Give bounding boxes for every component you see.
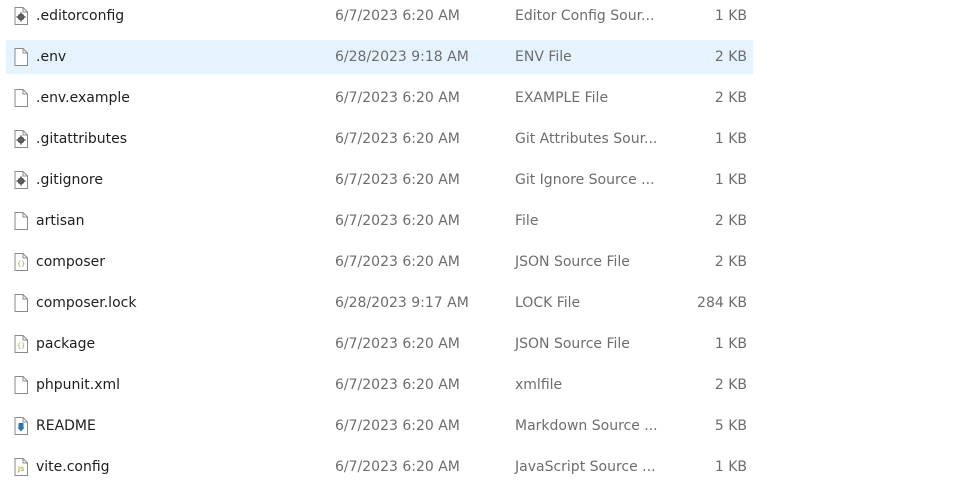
file-row[interactable]: .env.example 6/7/2023 6:20 AM EXAMPLE File… xyxy=(6,81,753,115)
file-size: 2 KB xyxy=(714,377,747,393)
file-date-modified: 6/7/2023 6:20 AM xyxy=(335,172,460,188)
file-row[interactable]: composer.lock 6/28/2023 9:17 AM LOCK File 2… xyxy=(6,286,753,320)
file-date-modified: 6/7/2023 6:20 AM xyxy=(335,459,460,475)
blank-file-icon xyxy=(14,89,28,107)
file-size: 284 KB xyxy=(697,295,747,311)
gear-file-icon xyxy=(14,7,28,25)
svg-text:JS: JS xyxy=(17,466,25,473)
file-row[interactable]: {} composer 6/7/2023 6:20 AM JSON Source Fi… xyxy=(6,245,753,279)
file-name: composer xyxy=(36,254,106,270)
file-name: .gitignore xyxy=(36,172,103,188)
file-type: xmlfile xyxy=(515,377,563,393)
file-size: 1 KB xyxy=(714,172,747,188)
file-type: LOCK File xyxy=(515,295,581,311)
file-row[interactable]: phpunit.xml 6/7/2023 6:20 AM xmlfile 2 KB xyxy=(6,368,753,402)
file-type: Markdown Source ... xyxy=(515,418,658,434)
file-size: 1 KB xyxy=(714,459,747,475)
file-row[interactable]: artisan 6/7/2023 6:20 AM File 2 KB xyxy=(6,204,753,238)
file-type: Editor Config Sour... xyxy=(515,8,655,24)
file-date-modified: 6/28/2023 9:18 AM xyxy=(335,49,469,65)
file-size: 1 KB xyxy=(714,336,747,352)
file-date-modified: 6/7/2023 6:20 AM xyxy=(335,90,460,106)
blank-file-icon xyxy=(14,48,28,66)
blank-file-icon xyxy=(14,376,28,394)
file-type: JSON Source File xyxy=(515,254,630,270)
file-name: .env.example xyxy=(36,90,130,106)
file-date-modified: 6/7/2023 6:20 AM xyxy=(335,336,460,352)
file-type: Git Attributes Sour... xyxy=(515,131,658,147)
json-file-icon: {} xyxy=(14,253,28,271)
file-row[interactable]: {} package 6/7/2023 6:20 AM JSON Source Fil… xyxy=(6,327,753,361)
file-type: JSON Source File xyxy=(515,336,630,352)
file-type: File xyxy=(515,213,539,229)
file-row[interactable]: .editorconfig 6/7/2023 6:20 AM Editor Conf… xyxy=(6,0,753,33)
file-size: 5 KB xyxy=(714,418,747,434)
file-size: 1 KB xyxy=(714,131,747,147)
file-name: artisan xyxy=(36,213,85,229)
file-name: README xyxy=(36,418,96,434)
file-size: 2 KB xyxy=(714,90,747,106)
gear-file-icon xyxy=(14,171,28,189)
blank-file-icon xyxy=(14,294,28,312)
file-type: Git Ignore Source ... xyxy=(515,172,655,188)
file-date-modified: 6/7/2023 6:20 AM xyxy=(335,131,460,147)
file-name: vite.config xyxy=(36,459,110,475)
file-row[interactable]: .gitignore 6/7/2023 6:20 AM Git Ignore Sou… xyxy=(6,163,753,197)
file-row[interactable]: .env 6/28/2023 9:18 AM ENV File 2 KB xyxy=(6,40,753,74)
file-size: 2 KB xyxy=(714,254,747,270)
file-date-modified: 6/28/2023 9:17 AM xyxy=(335,295,469,311)
svg-text:{}: {} xyxy=(17,342,25,350)
file-size: 2 KB xyxy=(714,213,747,229)
file-type: JavaScript Source ... xyxy=(515,459,656,475)
json-file-icon: {} xyxy=(14,335,28,353)
file-row[interactable]: JS vite.config 6/7/2023 6:20 AM JavaScript … xyxy=(6,450,753,484)
file-type: ENV File xyxy=(515,49,572,65)
file-date-modified: 6/7/2023 6:20 AM xyxy=(335,8,460,24)
svg-text:{}: {} xyxy=(17,260,25,268)
file-row[interactable]: .gitattributes 6/7/2023 6:20 AM Git Attrib… xyxy=(6,122,753,156)
file-date-modified: 6/7/2023 6:20 AM xyxy=(335,377,460,393)
file-type: EXAMPLE File xyxy=(515,90,609,106)
file-name: composer.lock xyxy=(36,295,137,311)
file-date-modified: 6/7/2023 6:20 AM xyxy=(335,254,460,270)
file-name: .gitattributes xyxy=(36,131,128,147)
file-list: .editorconfig 6/7/2023 6:20 AM Editor Conf… xyxy=(0,0,965,496)
file-date-modified: 6/7/2023 6:20 AM xyxy=(335,418,460,434)
file-row[interactable]: README 6/7/2023 6:20 AM Markdown Source ..… xyxy=(6,409,753,443)
js-file-icon: JS xyxy=(14,458,28,476)
file-size: 2 KB xyxy=(714,49,747,65)
file-date-modified: 6/7/2023 6:20 AM xyxy=(335,213,460,229)
markdown-file-icon xyxy=(14,417,28,435)
file-name: phpunit.xml xyxy=(36,377,121,393)
gear-file-icon xyxy=(14,130,28,148)
blank-file-icon xyxy=(14,212,28,230)
file-name: .env xyxy=(36,49,67,65)
file-name: package xyxy=(36,336,96,352)
file-name: .editorconfig xyxy=(36,8,125,24)
file-size: 1 KB xyxy=(714,8,747,24)
